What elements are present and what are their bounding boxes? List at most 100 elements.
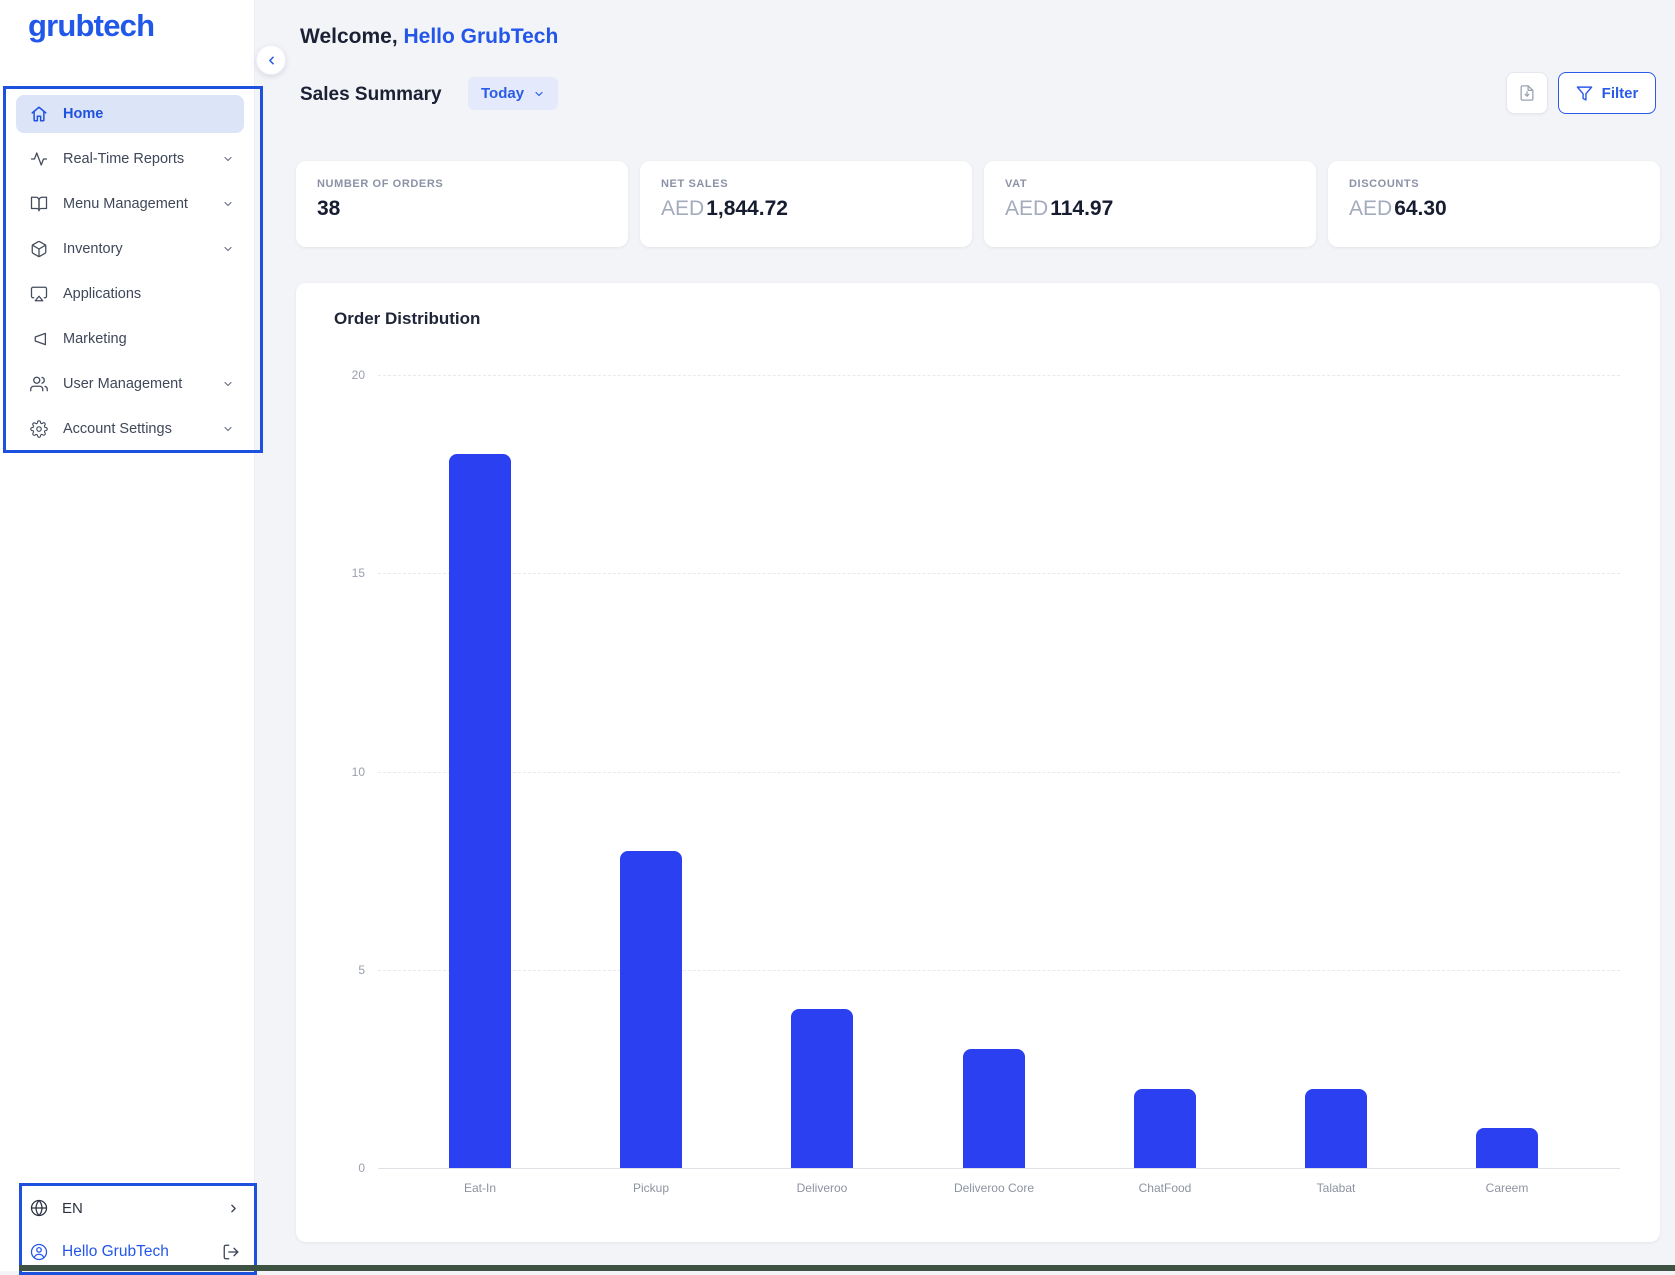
stat-number: 1,844.72 — [706, 197, 788, 220]
bar-pickup — [620, 851, 682, 1168]
stats-row: NUMBER OF ORDERS38NET SALESAED1,844.72VA… — [296, 161, 1660, 247]
currency-prefix: AED — [1005, 197, 1048, 220]
stat-label: NET SALES — [661, 178, 951, 190]
stat-label: VAT — [1005, 178, 1295, 190]
x-axis-label: Eat-In — [405, 1181, 555, 1195]
sidebar-item-menu-management[interactable]: Menu Management — [16, 185, 244, 223]
welcome-heading: Welcome, Hello GrubTech — [300, 24, 558, 50]
page-title: Sales Summary — [300, 82, 442, 108]
chart-title: Order Distribution — [334, 309, 480, 329]
sidebar-item-label: User Management — [63, 376, 182, 392]
sidebar-item-home[interactable]: Home — [16, 95, 244, 133]
sidebar-item-marketing[interactable]: Marketing — [16, 320, 244, 358]
currency-prefix: AED — [661, 197, 704, 220]
book-open-icon — [30, 195, 48, 213]
bar-deliveroo-core — [963, 1049, 1025, 1168]
sidebar-nav: Home Real-Time Reports Menu Management Inve… — [16, 95, 244, 455]
logout-icon[interactable] — [222, 1243, 240, 1261]
chevron-down-icon — [222, 198, 234, 210]
file-download-icon — [1518, 84, 1536, 102]
stat-value: AED1,844.72 — [661, 197, 951, 221]
filter-label: Filter — [1602, 85, 1639, 102]
user-name-label: Hello GrubTech — [62, 1243, 169, 1261]
sidebar-item-label: Account Settings — [63, 421, 172, 437]
chevron-down-icon — [222, 378, 234, 390]
welcome-prefix: Welcome, — [300, 25, 398, 48]
y-axis-tick: 10 — [325, 765, 365, 779]
grubtech-logo: grubtech — [28, 8, 154, 44]
stat-number: 38 — [317, 197, 340, 220]
language-selector[interactable]: EN — [30, 1192, 240, 1224]
sidebar: grubtech Home Real-Time Reports Menu Manag… — [0, 0, 255, 1271]
stat-value: AED64.30 — [1349, 197, 1639, 221]
gridline-5 — [378, 970, 1620, 971]
gridline-20 — [378, 375, 1620, 376]
bar-deliveroo — [791, 1009, 853, 1168]
box-icon — [30, 240, 48, 258]
x-axis-label: Deliveroo — [747, 1181, 897, 1195]
x-axis-label: Careem — [1432, 1181, 1582, 1195]
export-report-button[interactable] — [1506, 72, 1548, 114]
stat-label: DISCOUNTS — [1349, 178, 1639, 190]
stat-number: 64.30 — [1394, 197, 1447, 220]
gridline-10 — [378, 772, 1620, 773]
stat-label: NUMBER OF ORDERS — [317, 178, 607, 190]
sidebar-item-applications[interactable]: Applications — [16, 275, 244, 313]
sidebar-item-label: Home — [63, 106, 103, 122]
bar-talabat — [1305, 1089, 1367, 1168]
x-axis-label: Deliveroo Core — [919, 1181, 1069, 1195]
sidebar-item-label: Menu Management — [63, 196, 188, 212]
sidebar-item-account-settings[interactable]: Account Settings — [16, 410, 244, 448]
megaphone-icon — [30, 330, 48, 348]
sidebar-collapse-button[interactable] — [256, 45, 286, 75]
stat-card-number-of-orders: NUMBER OF ORDERS 38 — [296, 161, 628, 247]
stat-number: 114.97 — [1050, 197, 1113, 220]
user-account-row[interactable]: Hello GrubTech — [30, 1236, 240, 1268]
stat-card-vat: VAT AED114.97 — [984, 161, 1316, 247]
sidebar-item-label: Applications — [63, 286, 141, 302]
chevron-down-icon — [222, 423, 234, 435]
gridline-15 — [378, 573, 1620, 574]
currency-prefix: AED — [1349, 197, 1392, 220]
sidebar-item-label: Real-Time Reports — [63, 151, 184, 167]
globe-icon — [30, 1199, 48, 1217]
user-avatar-icon — [30, 1243, 48, 1261]
language-label: EN — [62, 1200, 83, 1217]
x-axis-label: ChatFood — [1090, 1181, 1240, 1195]
sidebar-item-user-management[interactable]: User Management — [16, 365, 244, 403]
order-distribution-card: Order Distribution 20151050Eat-InPickupD… — [296, 283, 1660, 1242]
chevron-down-icon — [533, 88, 545, 100]
stat-value: 38 — [317, 197, 607, 221]
y-axis-tick: 20 — [325, 368, 365, 382]
chevron-down-icon — [222, 153, 234, 165]
airplay-icon — [30, 285, 48, 303]
y-axis-tick: 5 — [325, 963, 365, 977]
gear-icon — [30, 420, 48, 438]
welcome-user-name: Hello GrubTech — [404, 25, 559, 48]
sidebar-item-label: Inventory — [63, 241, 123, 257]
stat-card-discounts: DISCOUNTS AED64.30 — [1328, 161, 1660, 247]
bar-chatfood — [1134, 1089, 1196, 1168]
filter-button[interactable]: Filter — [1558, 72, 1656, 114]
chevron-right-icon — [227, 1202, 240, 1215]
period-value: Today — [481, 85, 524, 102]
stat-value: AED114.97 — [1005, 197, 1295, 221]
chevron-down-icon — [222, 243, 234, 255]
bottom-edge-strip — [19, 1265, 1675, 1271]
period-dropdown[interactable]: Today — [468, 77, 558, 110]
y-axis-tick: 0 — [325, 1161, 365, 1175]
activity-icon — [30, 150, 48, 168]
chevron-left-icon — [265, 54, 278, 67]
home-icon — [30, 105, 48, 123]
sidebar-item-real-time-reports[interactable]: Real-Time Reports — [16, 140, 244, 178]
stat-card-net-sales: NET SALES AED1,844.72 — [640, 161, 972, 247]
bar-eat-in — [449, 454, 511, 1168]
x-axis-label: Pickup — [576, 1181, 726, 1195]
users-icon — [30, 375, 48, 393]
x-axis-label: Talabat — [1261, 1181, 1411, 1195]
sidebar-item-label: Marketing — [63, 331, 127, 347]
gridline-0 — [378, 1168, 1620, 1169]
sidebar-item-inventory[interactable]: Inventory — [16, 230, 244, 268]
bar-careem — [1476, 1128, 1538, 1168]
funnel-icon — [1576, 85, 1593, 102]
